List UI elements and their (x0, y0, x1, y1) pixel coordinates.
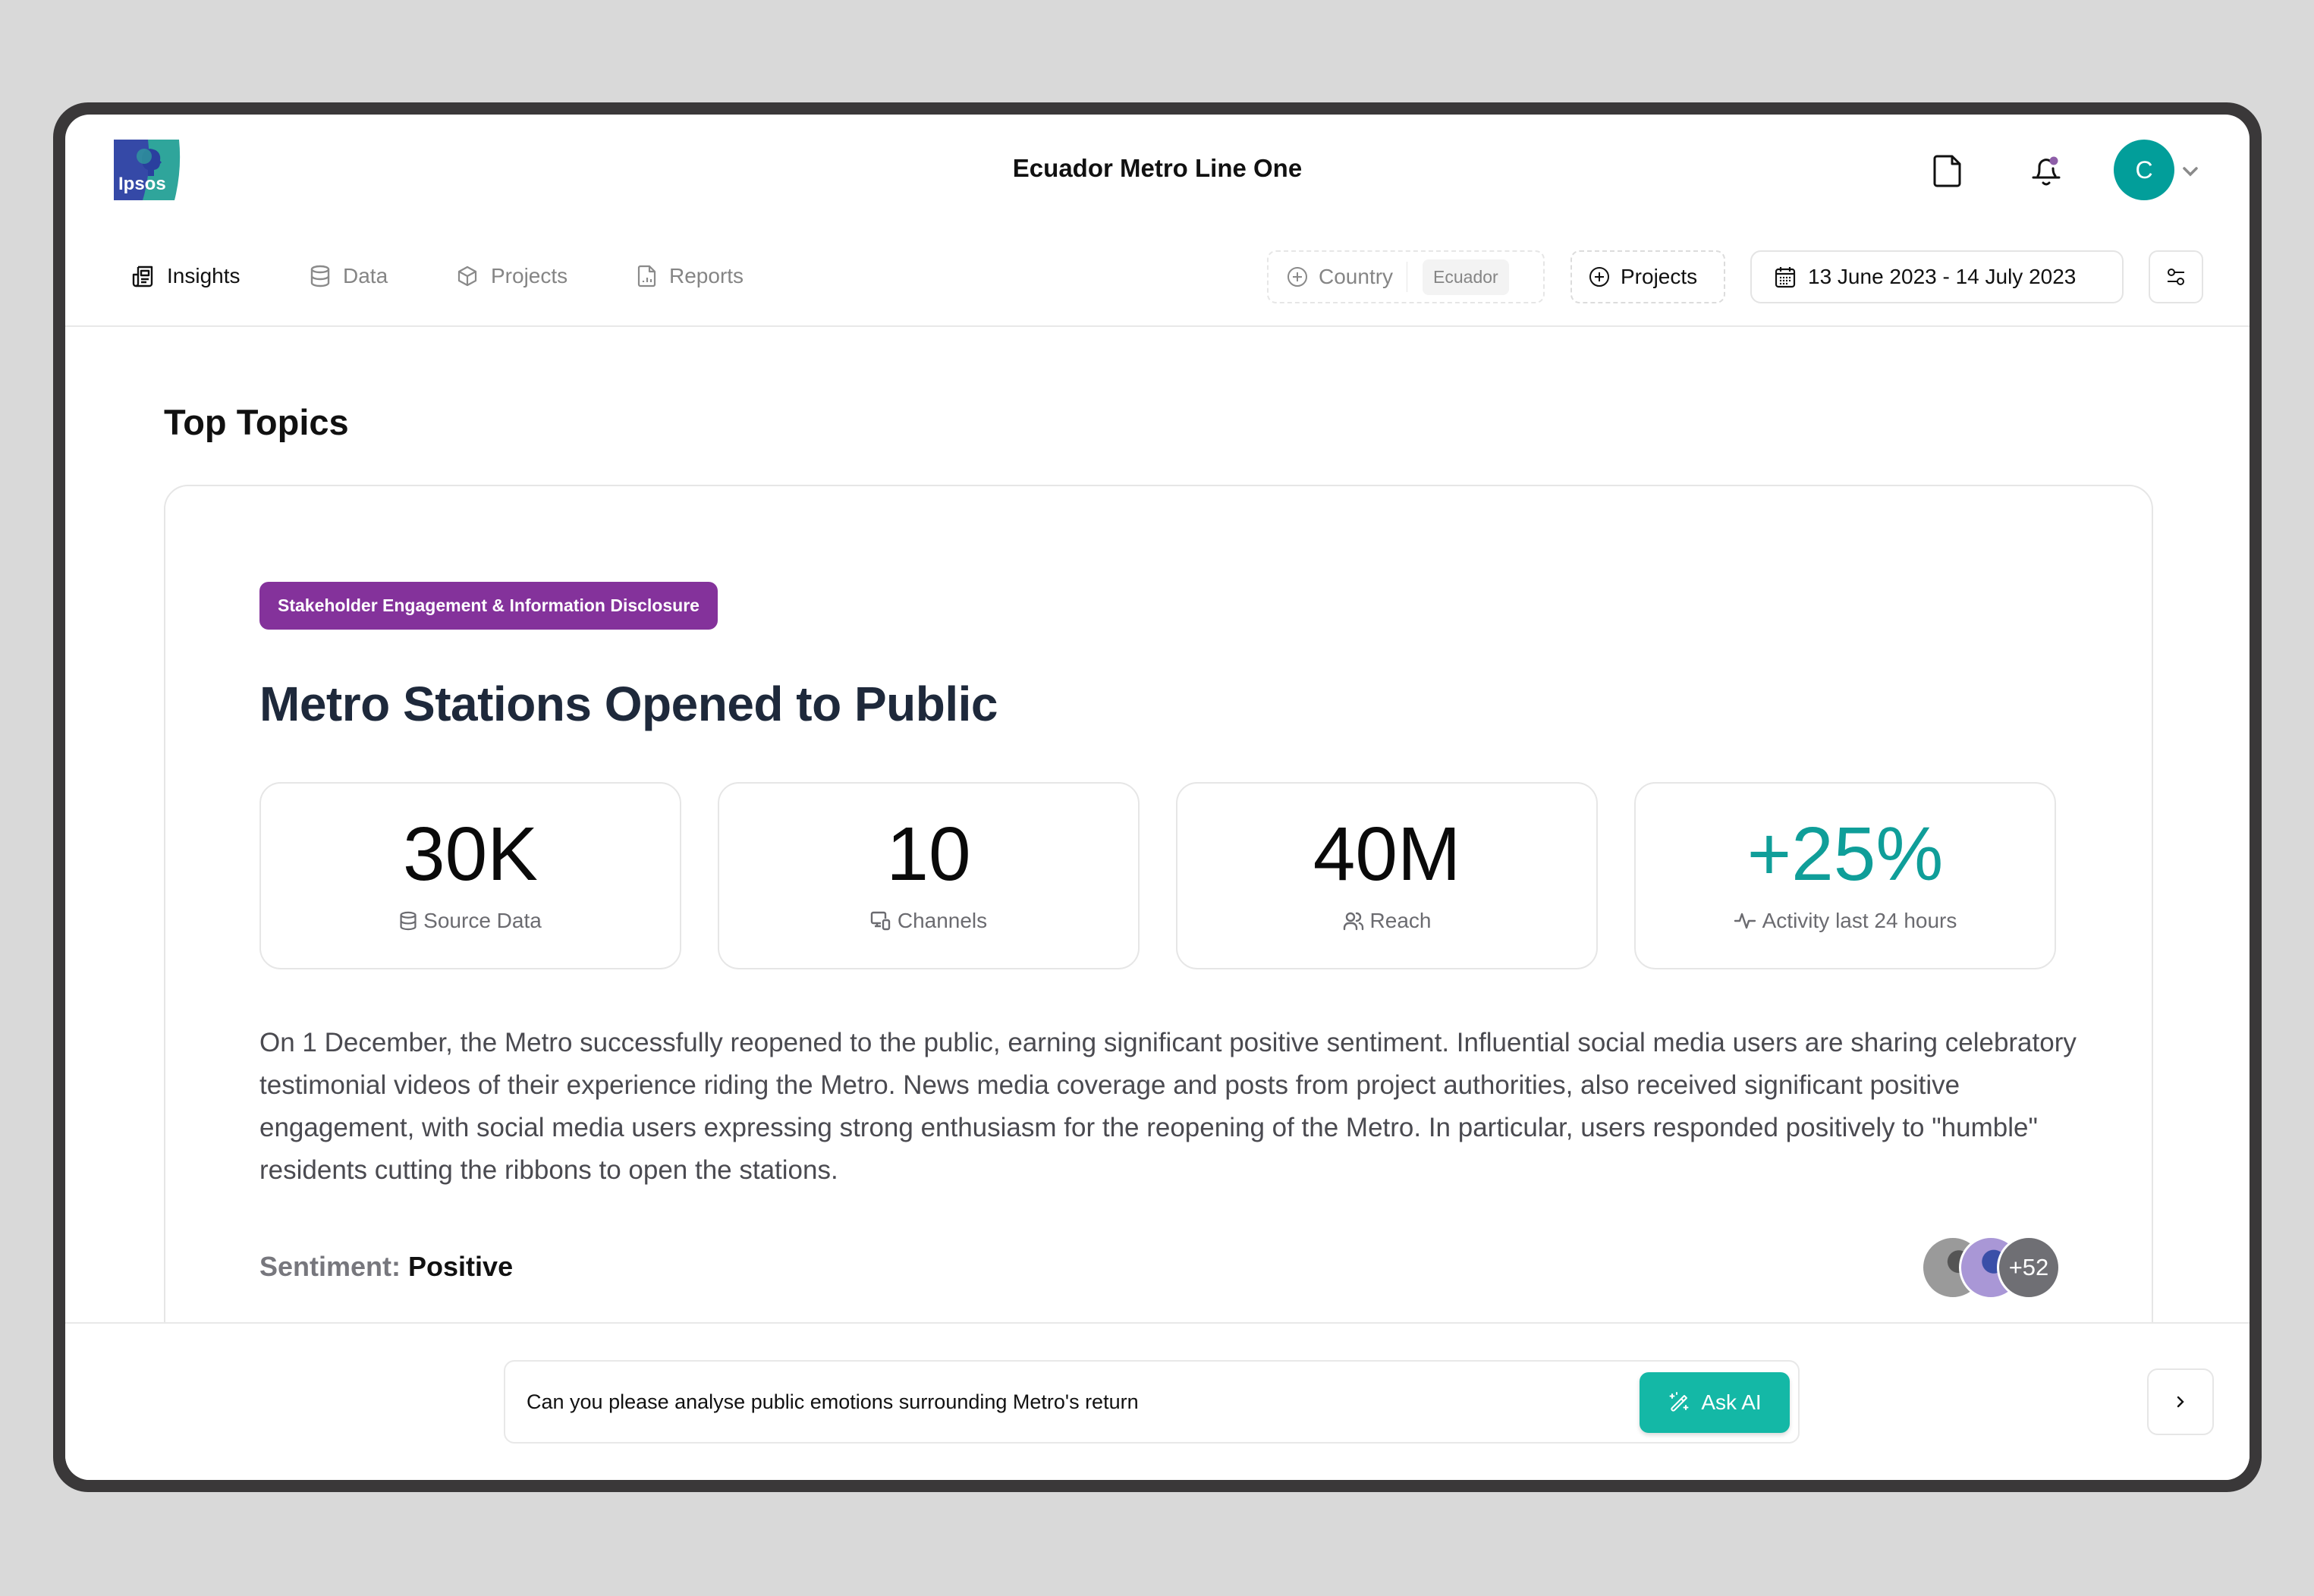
newspaper-icon (132, 265, 153, 287)
file-chart-icon (637, 265, 656, 287)
plus-circle-icon (1287, 267, 1307, 287)
stat-card-activity: +25% Activity last 24 hours (1634, 782, 2056, 969)
country-filter[interactable]: Country Ecuador (1267, 250, 1545, 303)
stat-label-text: Channels (897, 908, 988, 932)
nav-tab-label: Insights (167, 264, 241, 287)
stat-value: 10 (886, 811, 971, 897)
device-frame: Ipsos Ecuador Metro Line One C Insights … (53, 102, 2262, 1492)
country-filter-label: Country (1319, 265, 1394, 288)
stat-card-channels: 10 Channels (718, 782, 1140, 969)
database-icon (400, 911, 417, 930)
app-window: Ipsos Ecuador Metro Line One C Insights … (65, 115, 2250, 1480)
project-title: Ecuador Metro Line One (1012, 154, 1303, 182)
chevron-right-icon (2177, 1396, 2184, 1408)
stat-label-text: Activity last 24 hours (1762, 908, 1957, 932)
nav-tab-label: Projects (491, 264, 568, 287)
nav-tab-projects[interactable]: Projects (456, 259, 567, 294)
sentiment-value: Positive (408, 1251, 514, 1282)
ask-ai-button-label: Ask AI (1701, 1390, 1762, 1414)
header-divider (65, 325, 2250, 327)
ask-ai-input[interactable] (527, 1362, 1589, 1442)
nav-tab-label: Reports (669, 264, 744, 287)
sentiment-label: Sentiment: (259, 1251, 401, 1282)
stat-label-text: Reach (1369, 908, 1432, 932)
notifications-button[interactable] (2025, 149, 2067, 192)
users-icon (1343, 912, 1363, 930)
date-range-text: 13 June 2023 - 14 July 2023 (1808, 265, 2077, 288)
user-avatar[interactable]: C (2114, 140, 2174, 200)
ask-ai-button[interactable]: Ask AI (1640, 1372, 1790, 1433)
database-icon (310, 265, 330, 287)
nav-tab-insights[interactable]: Insights (132, 259, 241, 294)
topic-headline: Metro Stations Opened to Public (259, 677, 998, 731)
stat-value: +25% (1747, 811, 1944, 897)
stat-value: 30K (403, 811, 538, 897)
activity-icon (1734, 913, 1756, 928)
filter-settings-button[interactable] (2149, 250, 2203, 303)
more-contributors-badge[interactable]: +52 (1997, 1236, 2061, 1299)
stat-card-source-data: 30K Source Data (259, 782, 681, 969)
magic-wand-icon (1669, 1392, 1689, 1412)
topic-summary: On 1 December, the Metro successfully re… (259, 1028, 2077, 1185)
contributor-avatars[interactable]: +52 (1921, 1236, 2061, 1299)
plus-circle-icon (1589, 267, 1609, 287)
nav-tab-reports[interactable]: Reports (637, 259, 744, 294)
projects-filter-label: Projects (1621, 265, 1698, 288)
calendar-icon (1775, 267, 1796, 288)
sentiment-indicator: Sentiment: Positive (259, 1251, 513, 1283)
topic-category-tag[interactable]: Stakeholder Engagement & Information Dis… (259, 582, 718, 630)
country-chip[interactable]: Ecuador (1423, 259, 1509, 295)
section-title: Top Topics (164, 402, 349, 442)
document-button[interactable] (1927, 149, 1970, 192)
bell-icon (2032, 156, 2061, 186)
next-button[interactable] (2147, 1368, 2214, 1435)
cube-icon (457, 265, 477, 287)
nav-tab-label: Data (343, 264, 388, 287)
stat-value: 40M (1313, 811, 1461, 897)
document-icon (1933, 155, 1961, 187)
stat-label-text: Source Data (423, 908, 542, 932)
stat-label: Reach (1343, 908, 1432, 933)
stat-label: Activity last 24 hours (1734, 909, 1957, 933)
chevron-down-icon (2183, 167, 2198, 177)
notification-dot (2049, 156, 2058, 165)
devices-icon (870, 911, 891, 930)
ask-ai-box: Ask AI (504, 1360, 1800, 1444)
stat-label: Source Data (399, 909, 542, 933)
date-range-picker[interactable]: 13 June 2023 - 14 July 2023 (1750, 250, 2124, 303)
stat-card-reach: 40M Reach (1176, 782, 1598, 969)
user-menu-toggle[interactable] (2179, 160, 2202, 183)
nav-tab-data[interactable]: Data (310, 259, 388, 294)
projects-filter[interactable]: Projects (1570, 250, 1725, 303)
stat-label: Channels (870, 909, 987, 933)
sliders-icon (2168, 269, 2184, 285)
